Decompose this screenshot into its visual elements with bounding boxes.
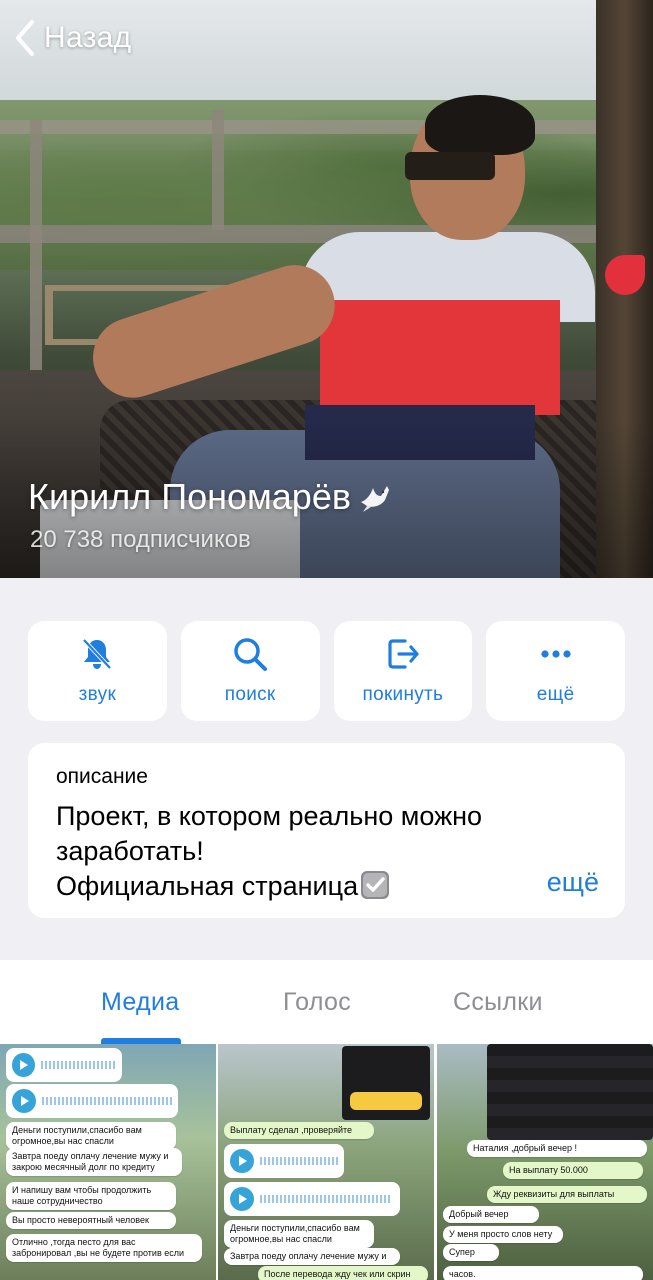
chat-bubble: Наталия ,добрый вечер !	[467, 1140, 647, 1157]
chat-bubble: После перевода жду чек или скрин	[258, 1266, 428, 1280]
play-icon	[230, 1149, 254, 1173]
description-card: описание Проект, в котором реально можно…	[28, 743, 625, 918]
photo-person-hair	[425, 95, 535, 155]
media-thumbnail[interactable]: Деньги поступили,спасибо вам огромное,вы…	[0, 1044, 216, 1280]
subscriber-count: 20 738 подписчиков	[30, 526, 251, 553]
chat-bubble: Завтра поеду оплачу лечение мужу и закро…	[6, 1148, 182, 1176]
mute-label: звук	[78, 684, 117, 705]
description-text: Проект, в котором реально можно заработа…	[56, 799, 576, 904]
photo-post	[30, 120, 42, 380]
description-line: Официальная страница	[56, 869, 576, 904]
bell-muted-icon	[82, 638, 112, 670]
photo-person-shirt-stripe	[320, 300, 560, 415]
play-icon	[230, 1187, 254, 1211]
description-line: Проект, в котором реально можно	[56, 801, 483, 831]
back-button[interactable]: Назад	[12, 18, 131, 58]
chat-bubble: Завтра поеду оплачу лечение мужу и	[224, 1248, 400, 1265]
more-button[interactable]: ещё	[486, 621, 625, 721]
chat-bubble: Вы просто невероятный человек	[6, 1212, 176, 1229]
action-bar: звук поиск покинуть ещё	[28, 621, 625, 721]
description-line-text: Официальная страница	[56, 871, 359, 901]
channel-title: Кирилл Пономарёв	[28, 476, 393, 518]
media-tabs: Медиа Голос Ссылки	[0, 960, 653, 1044]
media-thumbnail[interactable]: Выплату сделал ,проверяйте Деньги поступ…	[218, 1044, 434, 1280]
chat-bubble: Добрый вечер	[443, 1206, 539, 1223]
waveform	[259, 1157, 338, 1165]
leave-icon	[388, 639, 419, 669]
leave-button[interactable]: покинуть	[333, 621, 473, 721]
photo-flower	[605, 255, 645, 295]
photo-post	[212, 110, 224, 230]
waveform	[260, 1195, 390, 1203]
back-label: Назад	[44, 21, 132, 54]
leave-label: покинуть	[362, 684, 444, 705]
tab-voice[interactable]: Голос	[283, 988, 351, 1017]
chat-bubble: Деньги поступили,спасибо вам огромное,вы…	[6, 1122, 176, 1150]
chat-bubble: И напишу вам чтобы продолжить наше сотру…	[6, 1182, 176, 1210]
description-line: заработать!	[56, 836, 204, 866]
search-button[interactable]: поиск	[180, 621, 320, 721]
photo-person-sunglasses	[405, 152, 495, 180]
description-caption: описание	[56, 765, 148, 788]
chat-bubble: Отлично ,тогда песто для вас забронирова…	[6, 1234, 202, 1262]
more-icon	[541, 650, 571, 658]
voice-message	[6, 1084, 178, 1118]
chat-bubble: На выплату 50.000	[503, 1162, 643, 1179]
tab-links[interactable]: Ссылки	[453, 988, 543, 1017]
search-label: поиск	[224, 684, 276, 705]
chevron-left-icon	[16, 20, 34, 56]
chat-bubble: Деньги поступили,спасибо вам огромное,вы…	[224, 1220, 374, 1248]
media-thumbnail[interactable]: Наталия ,добрый вечер ! На выплату 50.00…	[437, 1044, 653, 1280]
photo-railing	[0, 120, 653, 134]
chat-bubble: У меня просто слов нету	[443, 1226, 563, 1243]
play-icon	[12, 1089, 36, 1113]
checkbox-checked-icon	[361, 871, 390, 899]
more-label: ещё	[536, 684, 575, 705]
media-grid: Деньги поступили,спасибо вам огромное,вы…	[0, 1044, 653, 1280]
chat-bubble: часов.	[443, 1266, 643, 1280]
play-icon	[12, 1053, 35, 1077]
dove-icon	[360, 486, 389, 512]
waveform	[42, 1097, 172, 1105]
mute-button[interactable]: звук	[28, 621, 167, 721]
app-screenshot-button	[350, 1092, 422, 1110]
chat-bubble: Жду реквизиты для выплаты	[487, 1186, 647, 1203]
voice-message	[224, 1182, 400, 1216]
waveform	[40, 1061, 116, 1069]
chat-bubble: Супер	[443, 1244, 499, 1261]
tab-media[interactable]: Медиа	[101, 988, 179, 1017]
chat-bubble: Выплату сделал ,проверяйте	[224, 1122, 374, 1139]
voice-message	[6, 1048, 122, 1082]
voice-message	[224, 1144, 344, 1178]
description-more-link[interactable]: ещё	[547, 867, 599, 898]
channel-name-text: Кирилл Пономарёв	[28, 476, 351, 517]
trading-table-screenshot	[487, 1044, 653, 1140]
search-icon	[234, 638, 268, 671]
